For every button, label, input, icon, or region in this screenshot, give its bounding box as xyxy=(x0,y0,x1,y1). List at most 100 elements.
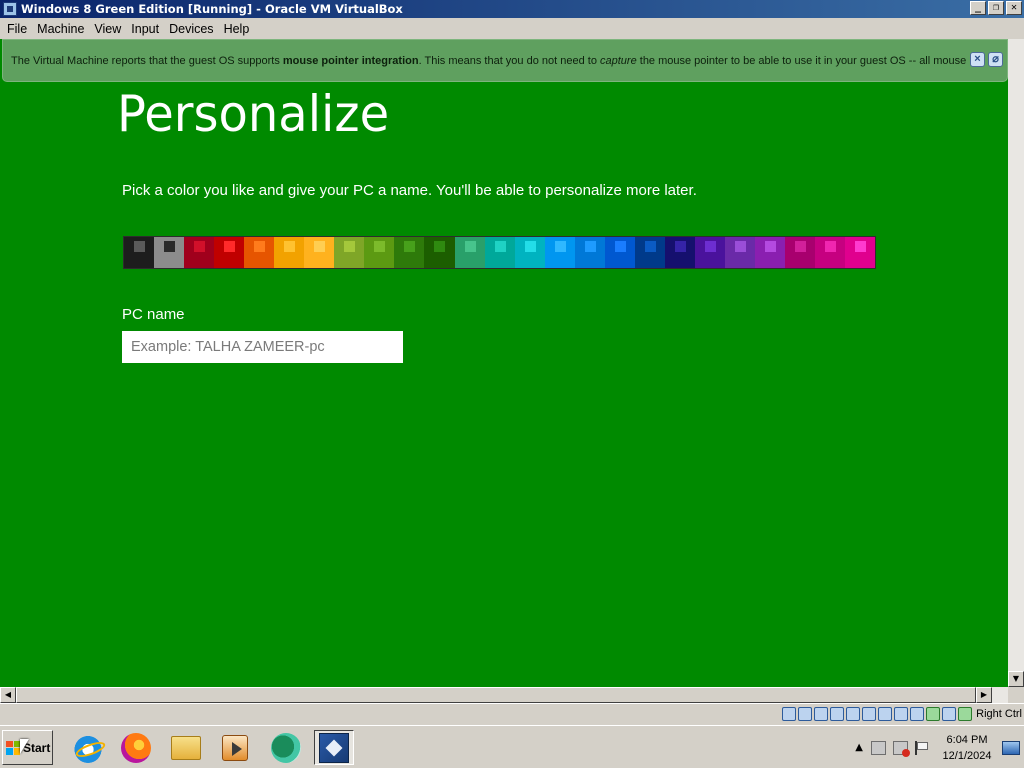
notice-text: The Virtual Machine reports that the gue… xyxy=(11,54,967,67)
close-button[interactable]: ✕ xyxy=(1006,1,1022,15)
vertical-scrollbar[interactable]: ▼ xyxy=(1008,39,1024,687)
scroll-right-arrow[interactable]: ▶ xyxy=(976,687,992,703)
virtualbox-icon xyxy=(319,732,349,763)
color-swatch-20[interactable] xyxy=(694,237,725,268)
taskbar-media-player[interactable] xyxy=(215,730,255,765)
swatch-accent-square xyxy=(434,241,446,252)
swatch-accent-square xyxy=(674,241,686,252)
menu-devices[interactable]: Devices xyxy=(164,22,218,36)
window-title: Windows 8 Green Edition [Running] - Orac… xyxy=(21,2,403,16)
mouse-integration-icon[interactable] xyxy=(942,707,956,721)
color-swatch-3[interactable] xyxy=(184,237,215,268)
show-hidden-icons-chevron-icon[interactable]: ▲ xyxy=(855,742,863,753)
color-swatch-18[interactable] xyxy=(634,237,665,268)
taskbar-virtualbox[interactable] xyxy=(314,730,354,765)
restore-button[interactable]: ❐ xyxy=(988,1,1004,15)
hard-disk-icon[interactable] xyxy=(782,707,796,721)
swatch-accent-square xyxy=(164,241,176,252)
minimize-button[interactable]: _ xyxy=(970,1,986,15)
windows-logo-icon xyxy=(6,740,20,755)
color-swatch-12[interactable] xyxy=(454,237,485,268)
color-swatch-16[interactable] xyxy=(574,237,605,268)
scroll-left-arrow[interactable]: ◀ xyxy=(0,687,16,703)
taskbar-clock[interactable]: 6:04 PM 12/1/2024 xyxy=(938,732,996,764)
color-swatch-22[interactable] xyxy=(754,237,786,268)
color-swatch-9[interactable] xyxy=(364,237,395,268)
host-taskbar: Start ▲ 6:04 PM 12/1/2024 xyxy=(0,725,1024,768)
volume-muted-tray-icon[interactable] xyxy=(893,740,910,757)
menu-file[interactable]: File xyxy=(2,22,32,36)
color-swatch-14[interactable] xyxy=(514,237,545,268)
device-indicators xyxy=(782,707,972,721)
menu-input[interactable]: Input xyxy=(126,22,164,36)
color-swatch-7[interactable] xyxy=(304,237,335,268)
vm-status-bar: Right Ctrl xyxy=(0,703,1024,725)
mouse-cursor-icon xyxy=(20,739,29,754)
menu-machine[interactable]: Machine xyxy=(32,22,89,36)
color-swatch-24[interactable] xyxy=(815,237,846,268)
optical-drive-icon[interactable] xyxy=(798,707,812,721)
color-swatch-6[interactable] xyxy=(274,237,305,268)
swatch-accent-square xyxy=(494,241,506,252)
swatch-accent-square xyxy=(194,241,206,252)
guest-additions-icon[interactable] xyxy=(926,707,940,721)
clock-time: 6:04 PM xyxy=(946,733,988,746)
swatch-accent-square xyxy=(734,241,746,252)
swatch-accent-square xyxy=(554,241,566,252)
network-tray-icon[interactable] xyxy=(871,740,886,755)
menu-help[interactable]: Help xyxy=(219,22,255,36)
swatch-accent-square xyxy=(644,241,656,252)
taskbar-chat-app[interactable] xyxy=(266,730,306,765)
virtualbox-app-icon xyxy=(3,2,17,16)
display-icon[interactable] xyxy=(878,707,892,721)
mouse-integration-notice: The Virtual Machine reports that the gue… xyxy=(2,39,1008,82)
scrollbar-corner xyxy=(1008,687,1024,703)
vm-display[interactable]: The Virtual Machine reports that the gue… xyxy=(0,39,1008,687)
title-bar[interactable]: Windows 8 Green Edition [Running] - Orac… xyxy=(0,0,1024,18)
swatch-accent-square xyxy=(284,241,296,252)
color-swatch-19[interactable] xyxy=(664,237,695,268)
taskbar-firefox[interactable] xyxy=(116,730,156,765)
scroll-down-arrow[interactable]: ▼ xyxy=(1008,671,1024,687)
video-capture-icon[interactable] xyxy=(894,707,908,721)
color-swatch-4[interactable] xyxy=(214,237,245,268)
color-swatch-17[interactable] xyxy=(604,237,635,268)
color-swatch-1[interactable] xyxy=(124,237,155,268)
taskbar-file-explorer[interactable] xyxy=(166,730,206,765)
swatch-accent-square xyxy=(704,241,716,252)
usb-icon[interactable] xyxy=(846,707,860,721)
color-swatch-13[interactable] xyxy=(484,237,515,268)
color-swatch-15[interactable] xyxy=(544,237,575,268)
taskbar-internet-explorer[interactable] xyxy=(68,730,108,765)
color-swatch-10[interactable] xyxy=(394,237,425,268)
color-swatch-23[interactable] xyxy=(785,237,816,268)
shared-folders-icon[interactable] xyxy=(862,707,876,721)
pc-name-input[interactable] xyxy=(122,331,403,363)
color-swatch-21[interactable] xyxy=(724,237,755,268)
color-swatch-2[interactable] xyxy=(154,237,185,268)
chat-bubble-icon xyxy=(271,732,301,763)
show-desktop-icon[interactable] xyxy=(1002,740,1020,755)
horizontal-scroll-thumb[interactable] xyxy=(16,687,976,703)
color-swatch-11[interactable] xyxy=(424,237,455,268)
color-swatch-5[interactable] xyxy=(244,237,275,268)
firefox-icon xyxy=(121,732,151,763)
swatch-accent-square xyxy=(825,241,837,252)
swatch-accent-square xyxy=(795,241,807,252)
horizontal-scrollbar[interactable]: ◀ ▶ xyxy=(0,687,1008,703)
audio-icon[interactable] xyxy=(814,707,828,721)
keyboard-capture-icon[interactable] xyxy=(958,707,972,721)
action-center-flag-icon[interactable] xyxy=(915,740,928,755)
color-swatch-8[interactable] xyxy=(334,237,365,268)
swatch-accent-square xyxy=(224,241,236,252)
network-icon[interactable] xyxy=(830,707,844,721)
host-key-label: Right Ctrl xyxy=(976,708,1022,720)
cpu-icon[interactable] xyxy=(910,707,924,721)
close-notice-icon[interactable]: × xyxy=(970,52,985,67)
menu-view[interactable]: View xyxy=(89,22,126,36)
color-swatch-25[interactable] xyxy=(845,237,876,268)
pc-name-label: PC name xyxy=(122,306,185,323)
window-controls: _ ❐ ✕ xyxy=(970,1,1022,15)
menu-bar: File Machine View Input Devices Help xyxy=(0,18,1024,39)
dont-show-again-icon[interactable]: ⌀ xyxy=(988,52,1003,67)
